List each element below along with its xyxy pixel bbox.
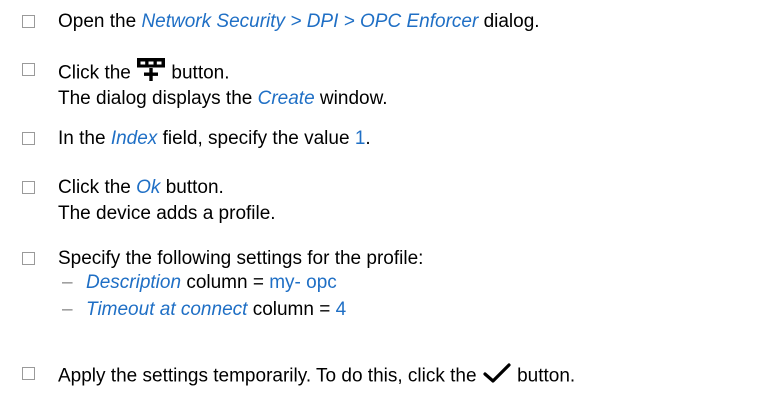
setting-item: – Description column = my- opc	[62, 272, 337, 293]
description-column-link[interactable]: Description	[86, 272, 181, 293]
setting-item: – Timeout at connect column = 4	[62, 299, 347, 320]
step-text: Click the Ok button.	[58, 177, 224, 198]
dialog-path-link[interactable]: Network Security > DPI > OPC Enforcer	[141, 11, 478, 32]
step-text: Open the Network Security > DPI > OPC En…	[58, 11, 540, 32]
ok-button-link[interactable]: Ok	[136, 177, 160, 198]
step-checkbox[interactable]	[22, 367, 35, 380]
step-checkbox[interactable]	[22, 63, 35, 76]
step-text: Specify the following settings for the p…	[58, 248, 424, 269]
step-text: Click the button.	[58, 58, 230, 89]
step-note: The dialog displays the Create window.	[58, 88, 388, 109]
step-text: In the Index field, specify the value 1.	[58, 128, 371, 149]
checkmark-icon	[482, 362, 512, 391]
step-note: The device adds a profile.	[58, 203, 276, 224]
step-checkbox[interactable]	[22, 15, 35, 28]
step-text: Apply the settings temporarily. To do th…	[58, 362, 575, 391]
index-value: 1	[354, 128, 366, 149]
timeout-value: 4	[335, 299, 347, 320]
step-checkbox[interactable]	[22, 252, 35, 265]
add-table-row-icon	[136, 58, 166, 89]
timeout-column-link[interactable]: Timeout at connect	[86, 299, 247, 320]
step-checkbox[interactable]	[22, 181, 35, 194]
create-window-link[interactable]: Create	[258, 88, 315, 109]
index-field-link[interactable]: Index	[111, 128, 157, 149]
description-value: my- opc	[269, 272, 337, 293]
step-checkbox[interactable]	[22, 132, 35, 145]
